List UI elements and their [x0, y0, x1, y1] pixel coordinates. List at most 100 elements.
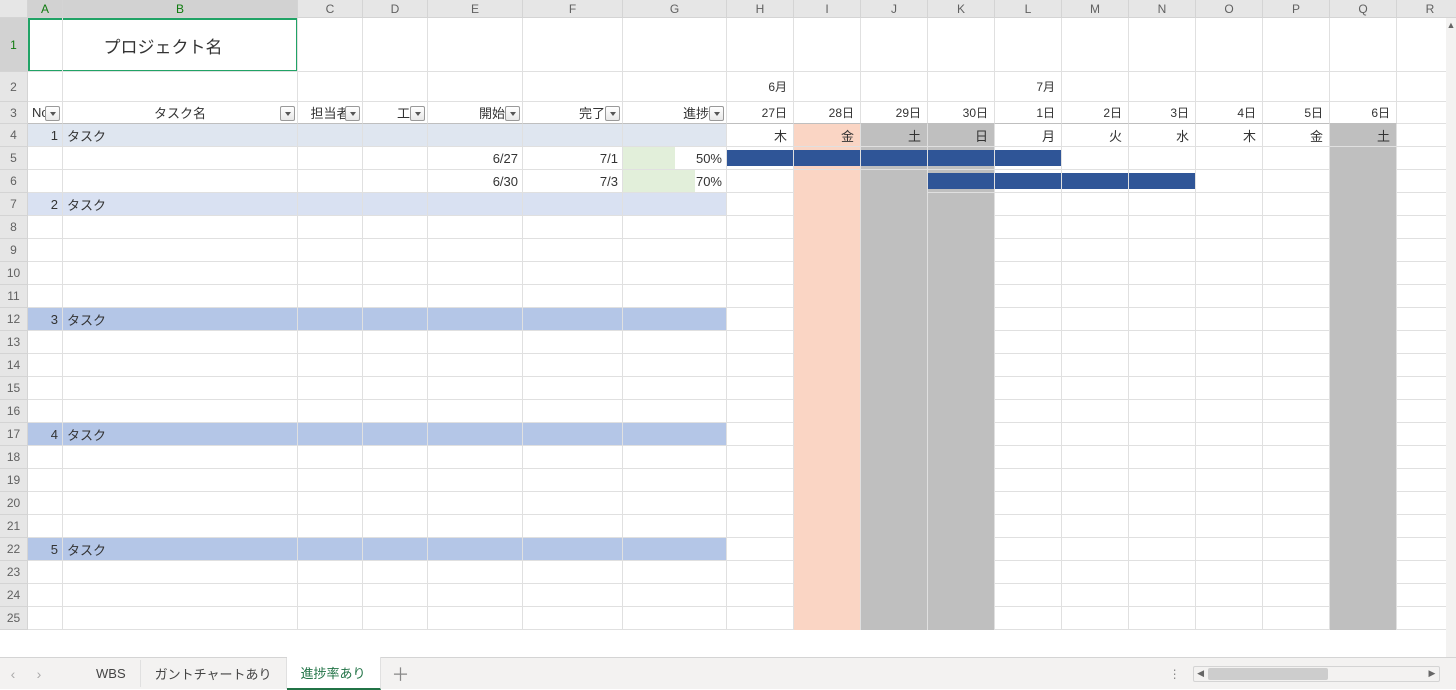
cell[interactable] — [363, 446, 428, 469]
cell[interactable] — [298, 262, 363, 285]
cell[interactable] — [1062, 400, 1129, 423]
cell[interactable] — [727, 18, 794, 72]
cell[interactable] — [727, 561, 794, 584]
col-header-N[interactable]: N — [1129, 0, 1196, 18]
cell[interactable] — [363, 584, 428, 607]
task-cell[interactable] — [298, 538, 363, 561]
cell[interactable] — [1129, 446, 1196, 469]
cell[interactable] — [794, 18, 861, 72]
cell[interactable] — [523, 72, 623, 102]
cell[interactable] — [298, 377, 363, 400]
cell[interactable] — [1062, 331, 1129, 354]
cell[interactable] — [1062, 72, 1129, 102]
cell[interactable] — [63, 469, 298, 492]
cell[interactable] — [28, 446, 63, 469]
cell[interactable] — [1263, 193, 1330, 216]
filter-button-assignee[interactable] — [345, 106, 360, 121]
cell[interactable] — [428, 216, 523, 239]
cell[interactable] — [63, 18, 298, 72]
cell[interactable] — [1129, 262, 1196, 285]
cell[interactable] — [727, 492, 794, 515]
cell[interactable] — [1263, 262, 1330, 285]
cell[interactable] — [298, 584, 363, 607]
cell[interactable] — [1129, 72, 1196, 102]
cell[interactable] — [623, 331, 727, 354]
cell[interactable] — [28, 584, 63, 607]
cell[interactable] — [28, 515, 63, 538]
cell[interactable] — [1263, 216, 1330, 239]
task-cell[interactable] — [363, 538, 428, 561]
task-cell[interactable] — [428, 538, 523, 561]
header-progress[interactable]: 進捗率 — [623, 102, 727, 124]
cell[interactable] — [995, 561, 1062, 584]
cell[interactable] — [63, 72, 298, 102]
cell[interactable] — [428, 561, 523, 584]
cell[interactable] — [1196, 354, 1263, 377]
cell[interactable] — [794, 72, 861, 102]
cell[interactable] — [623, 446, 727, 469]
cell[interactable] — [1062, 354, 1129, 377]
cell[interactable] — [1263, 515, 1330, 538]
sheet-tab-1[interactable]: ガントチャートあり — [141, 658, 287, 689]
task-cell[interactable] — [623, 308, 727, 331]
cell[interactable] — [928, 18, 995, 72]
horizontal-scrollbar[interactable]: ◀ ▶ — [1193, 666, 1440, 682]
task-cell[interactable] — [298, 423, 363, 446]
cell[interactable] — [363, 377, 428, 400]
cell[interactable] — [1263, 72, 1330, 102]
cell[interactable] — [1263, 423, 1330, 446]
task-cell[interactable] — [523, 308, 623, 331]
cell[interactable] — [363, 147, 428, 170]
header-task[interactable]: タスク名 — [63, 102, 298, 124]
sheet-tab-0[interactable]: WBS — [82, 660, 141, 687]
cell[interactable] — [63, 262, 298, 285]
cell[interactable] — [1062, 147, 1129, 170]
cell[interactable] — [995, 492, 1062, 515]
cell[interactable] — [1129, 492, 1196, 515]
col-header-C[interactable]: C — [298, 0, 363, 18]
cell[interactable] — [1062, 446, 1129, 469]
cell[interactable] — [298, 170, 363, 193]
cell[interactable] — [1196, 285, 1263, 308]
cell[interactable] — [995, 18, 1062, 72]
cell[interactable] — [28, 331, 63, 354]
cell[interactable] — [63, 285, 298, 308]
cell[interactable] — [1263, 147, 1330, 170]
cell[interactable] — [1263, 469, 1330, 492]
cell[interactable] — [727, 377, 794, 400]
cell[interactable] — [1196, 331, 1263, 354]
cell[interactable] — [523, 377, 623, 400]
task-label[interactable]: タスク — [63, 538, 298, 561]
cell[interactable] — [928, 72, 995, 102]
cell[interactable] — [63, 377, 298, 400]
cell[interactable] — [298, 561, 363, 584]
header-assignee[interactable]: 担当者 — [298, 102, 363, 124]
cell[interactable] — [1062, 377, 1129, 400]
cell[interactable] — [1129, 538, 1196, 561]
cell[interactable] — [63, 607, 298, 630]
task-cell[interactable] — [363, 124, 428, 147]
cell[interactable] — [298, 469, 363, 492]
cell[interactable] — [1263, 239, 1330, 262]
header-no[interactable]: No. — [28, 102, 63, 124]
sheet-tab-2[interactable]: 進捗率あり — [287, 657, 381, 690]
cell[interactable] — [363, 492, 428, 515]
cell[interactable] — [523, 331, 623, 354]
row-header-12[interactable]: 12 — [0, 308, 28, 331]
cell[interactable] — [1196, 193, 1263, 216]
entry-progress[interactable]: 70% — [623, 170, 727, 193]
cell[interactable] — [727, 285, 794, 308]
col-header-J[interactable]: J — [861, 0, 928, 18]
cell[interactable] — [428, 492, 523, 515]
tab-nav-prev[interactable]: ‹ — [2, 663, 24, 685]
task-cell[interactable] — [298, 124, 363, 147]
cell[interactable] — [28, 72, 63, 102]
cell[interactable] — [623, 216, 727, 239]
cell[interactable] — [727, 469, 794, 492]
cell[interactable] — [428, 469, 523, 492]
cell[interactable] — [428, 72, 523, 102]
cell[interactable] — [727, 584, 794, 607]
cell[interactable] — [623, 400, 727, 423]
cell[interactable] — [1263, 561, 1330, 584]
col-header-M[interactable]: M — [1062, 0, 1129, 18]
